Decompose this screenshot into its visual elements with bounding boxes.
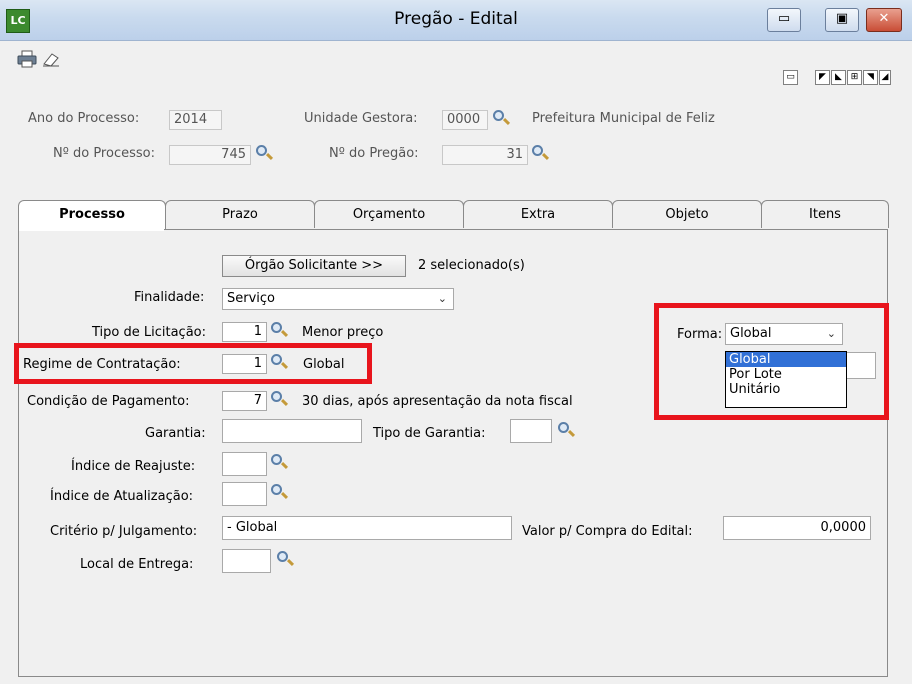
unidade-label: Unidade Gestora: (304, 111, 418, 126)
search-icon[interactable] (492, 110, 511, 128)
forma-select[interactable]: Global ⌄ (725, 323, 843, 345)
tab-label: Objeto (665, 207, 709, 222)
search-icon[interactable] (276, 551, 295, 569)
forma-option[interactable]: Global (726, 352, 846, 367)
tipo-licitacao-desc: Menor preço (302, 325, 384, 340)
mdi-tile[interactable]: ⊞ (847, 70, 862, 85)
mdi-corner-bl[interactable]: ◣ (831, 70, 846, 85)
ano-field[interactable]: 2014 (169, 110, 222, 130)
forma-label: Forma: (677, 327, 723, 342)
forma-value: Global (730, 326, 772, 341)
valor-field[interactable]: 0,0000 (723, 516, 871, 540)
tab-label: Orçamento (352, 207, 426, 222)
regime-field[interactable]: 1 (222, 354, 267, 374)
tab-label: Itens (809, 207, 841, 222)
finalidade-value: Serviço (227, 291, 276, 306)
minimize-button[interactable]: ▭ (767, 8, 801, 32)
tab-label: Extra (520, 207, 556, 222)
chevron-down-icon: ⌄ (826, 327, 836, 340)
nprocesso-field[interactable]: 745 (169, 145, 251, 165)
tab-prazo[interactable]: Prazo (165, 200, 315, 228)
criterio-field[interactable]: - Global (222, 516, 512, 540)
atualizacao-field[interactable] (222, 482, 267, 506)
orgao-solicitante-button[interactable]: Órgão Solicitante >> (222, 255, 406, 277)
search-icon[interactable] (270, 454, 289, 472)
search-icon[interactable] (531, 145, 550, 163)
npregao-field[interactable]: 31 (442, 145, 528, 165)
search-icon[interactable] (557, 422, 576, 440)
search-icon[interactable] (270, 322, 289, 340)
tab-label: Prazo (222, 207, 258, 222)
search-icon[interactable] (270, 391, 289, 409)
printer-icon[interactable] (16, 50, 38, 70)
forma-option[interactable]: Unitário (726, 382, 846, 397)
tipo-garantia-label: Tipo de Garantia: (373, 426, 486, 441)
finalidade-select[interactable]: Serviço ⌄ (222, 288, 454, 310)
atualizacao-label: Índice de Atualização: (50, 489, 194, 504)
tipo-garantia-field[interactable] (510, 419, 552, 443)
close-button[interactable]: ✕ (866, 8, 902, 32)
regime-label: Regime de Contratação: (23, 357, 181, 372)
finalidade-label: Finalidade: (134, 290, 205, 305)
garantia-label: Garantia: (145, 426, 206, 441)
tipo-licitacao-field[interactable]: 1 (222, 322, 267, 342)
tab-processo[interactable]: Processo (18, 200, 166, 231)
tipo-licitacao-label: Tipo de Licitação: (92, 325, 206, 340)
maximize-button[interactable]: ▣ (825, 8, 859, 32)
criterio-label: Critério p/ Julgamento: (50, 524, 198, 539)
condicao-label: Condição de Pagamento: (27, 394, 190, 409)
condicao-desc: 30 dias, após apresentação da nota fisca… (302, 394, 573, 409)
mdi-corner-tr[interactable]: ◥ (863, 70, 878, 85)
valor-label: Valor p/ Compra do Edital: (522, 524, 693, 539)
search-icon[interactable] (270, 354, 289, 372)
forma-dropdown-list: Global Por Lote Unitário (725, 351, 847, 408)
search-icon[interactable] (255, 145, 274, 163)
orgao-status: 2 selecionado(s) (418, 258, 525, 273)
chevron-down-icon: ⌄ (437, 292, 447, 305)
npregao-label: Nº do Pregão: (329, 146, 419, 161)
tab-itens[interactable]: Itens (761, 200, 889, 228)
unidade-name: Prefeitura Municipal de Feliz (532, 111, 715, 126)
eraser-icon[interactable] (40, 50, 62, 70)
garantia-field[interactable] (222, 419, 362, 443)
mdi-corner-tl[interactable]: ◤ (815, 70, 830, 85)
reajuste-field[interactable] (222, 452, 267, 476)
mdi-corner-br[interactable]: ◢ (879, 70, 891, 85)
active-tab-join (19, 229, 164, 231)
reajuste-label: Índice de Reajuste: (71, 459, 196, 474)
tab-label: Processo (59, 207, 125, 222)
condicao-field[interactable]: 7 (222, 391, 267, 411)
tab-objeto[interactable]: Objeto (612, 200, 762, 228)
tab-orcamento[interactable]: Orçamento (314, 200, 464, 228)
local-entrega-label: Local de Entrega: (80, 557, 194, 572)
regime-desc: Global (303, 357, 345, 372)
ano-label: Ano do Processo: (28, 111, 140, 126)
search-icon[interactable] (270, 484, 289, 502)
nprocesso-label: Nº do Processo: (53, 146, 155, 161)
tab-extra[interactable]: Extra (463, 200, 613, 228)
mdi-button-1[interactable]: ▭ (783, 70, 798, 85)
unidade-field[interactable]: 0000 (442, 110, 488, 130)
forma-option[interactable]: Por Lote (726, 367, 846, 382)
local-entrega-field[interactable] (222, 549, 271, 573)
